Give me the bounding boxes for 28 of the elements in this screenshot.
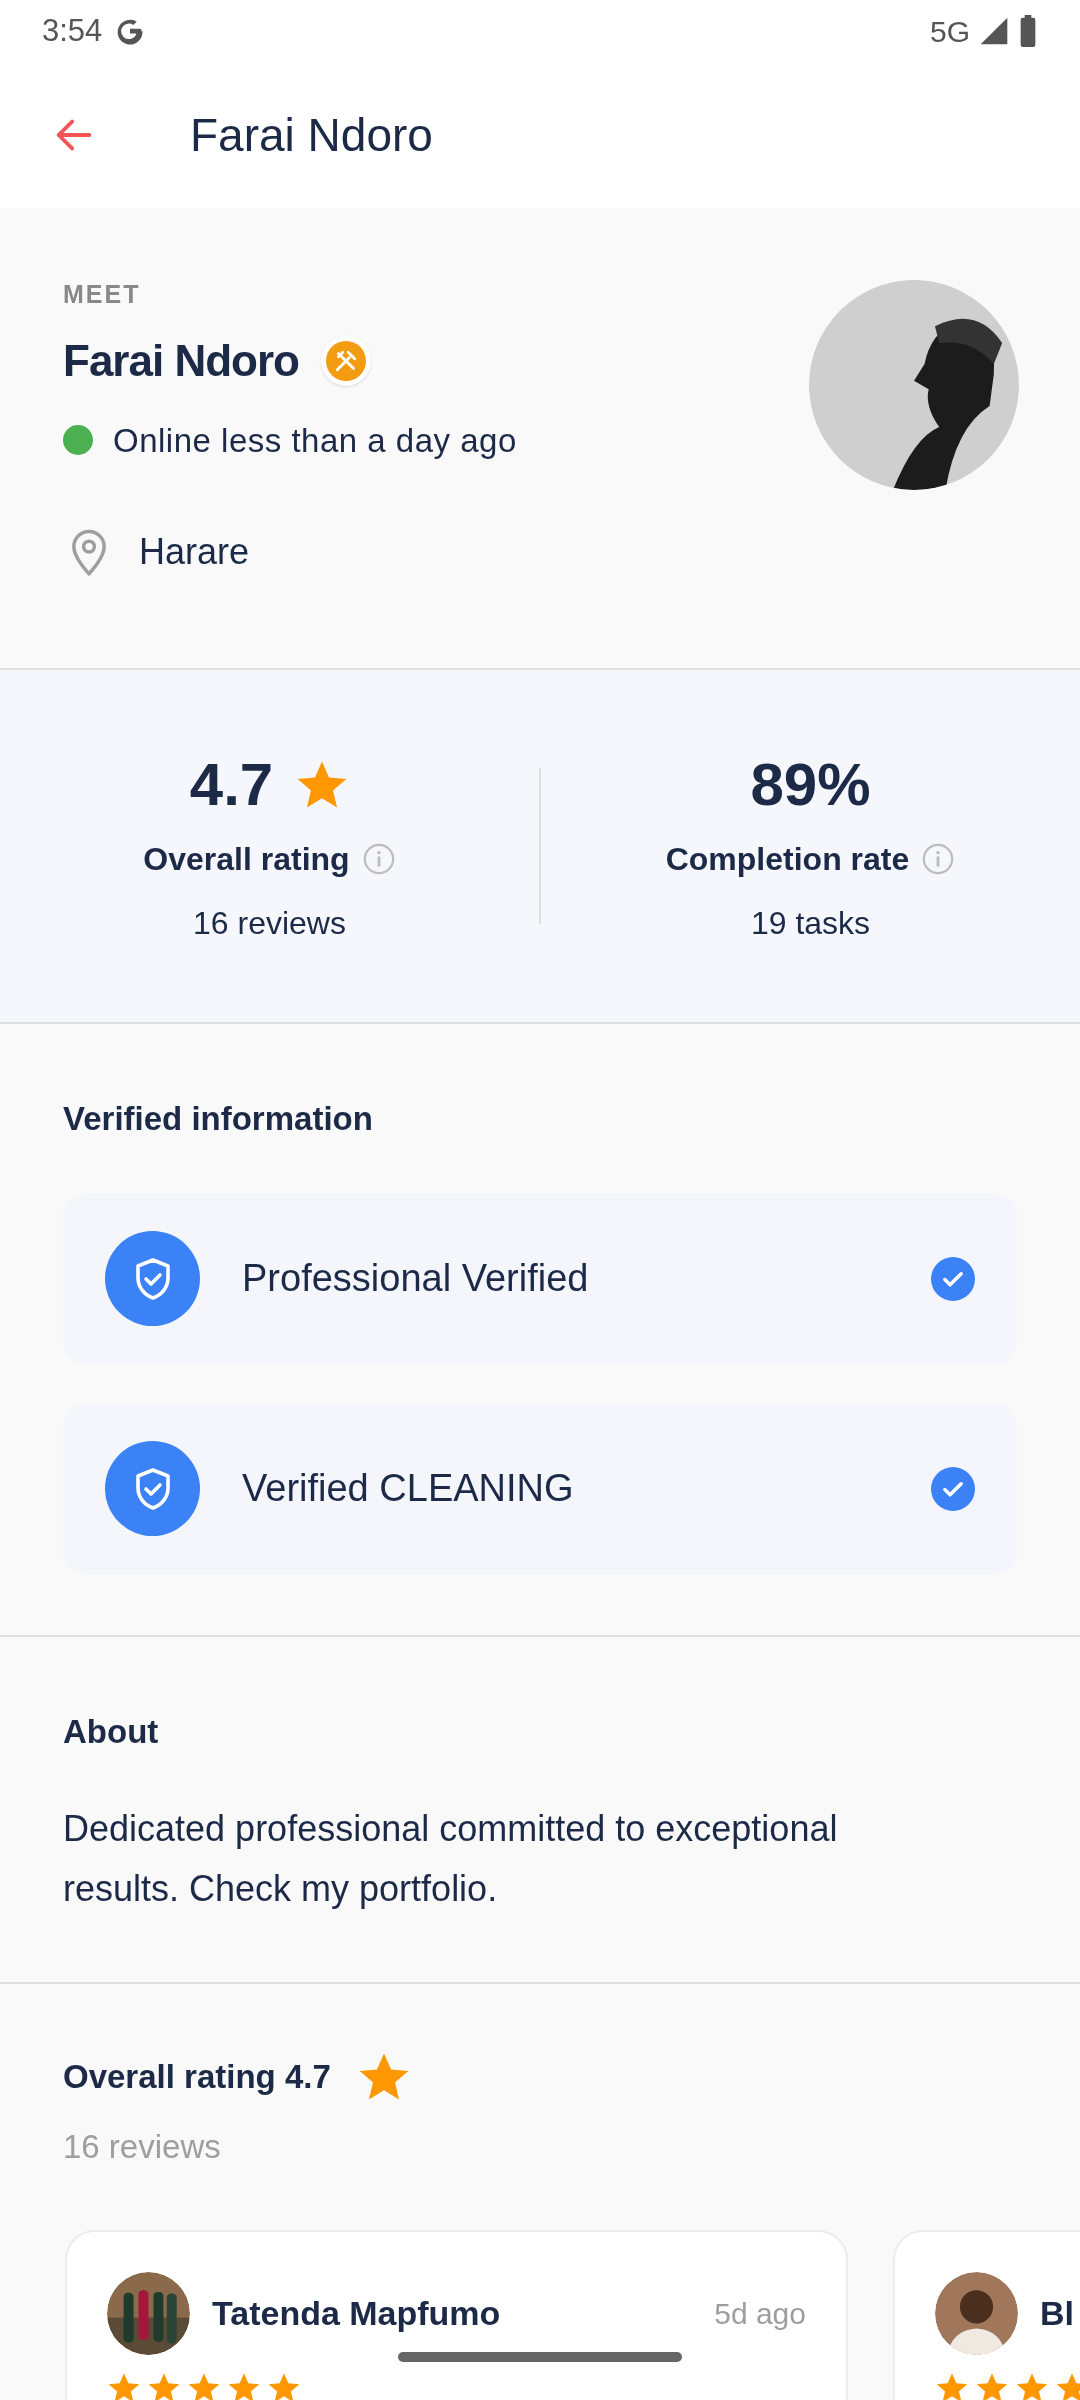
network-label: 5G: [929, 13, 970, 50]
verification-label: Professional Verified: [242, 1256, 590, 1301]
stat-label: Completion rate: [665, 840, 910, 879]
signal-icon: [978, 15, 1010, 47]
meet-label: MEET: [63, 279, 142, 310]
reviewer-name: Bl: [1040, 2292, 1075, 2334]
profile-name: Farai Ndoro: [63, 334, 299, 387]
online-status-text: Online less than a day ago: [113, 420, 517, 461]
info-icon[interactable]: [921, 842, 956, 876]
info-icon[interactable]: [361, 842, 396, 876]
section-title: Overall rating 4.7: [63, 2057, 331, 2098]
status-time: 3:54: [42, 11, 103, 50]
stat-value: 89%: [750, 750, 871, 820]
about-text: Dedicated professional committed to exceptional results. Check my portfolio.: [63, 1806, 839, 1911]
stat-label: Overall rating: [143, 840, 350, 879]
review-time: 5d ago: [714, 2295, 806, 2332]
review-count: 16 reviews: [62, 2127, 222, 2167]
section-title: Verified information: [63, 1099, 374, 1139]
tools-badge-icon: [320, 335, 371, 386]
stat-subtext: 19 tasks: [750, 904, 871, 943]
verification-label: Verified CLEANING: [242, 1466, 575, 1511]
section-title: About: [63, 1712, 160, 1752]
stat-value: 4.7: [189, 750, 274, 820]
battery-icon: [1018, 15, 1038, 47]
reviewer-name: Tatenda Mapfumo: [212, 2292, 502, 2334]
location-text: Harare: [139, 530, 250, 574]
app-bar-title: Farai Ndoro: [190, 107, 433, 163]
stat-subtext: 16 reviews: [193, 904, 346, 943]
